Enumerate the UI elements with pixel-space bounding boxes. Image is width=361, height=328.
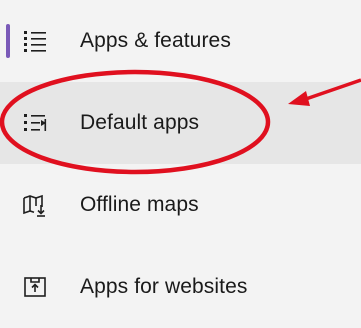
nav-item-offline-maps[interactable]: Offline maps — [0, 164, 361, 246]
offline-maps-icon — [22, 192, 48, 218]
nav-item-label: Apps & features — [80, 29, 231, 52]
nav-item-label: Default apps — [80, 111, 200, 134]
nav-item-apps-features[interactable]: Apps & features — [0, 0, 361, 82]
apps-for-websites-icon — [22, 274, 48, 300]
selection-indicator — [6, 24, 10, 58]
nav-item-label: Offline maps — [80, 193, 199, 216]
apps-features-icon — [22, 28, 48, 54]
default-apps-icon — [22, 110, 48, 136]
nav-item-default-apps[interactable]: Default apps — [0, 82, 361, 164]
nav-item-apps-for-websites[interactable]: Apps for websites — [0, 246, 361, 328]
nav-item-label: Apps for websites — [80, 275, 248, 298]
